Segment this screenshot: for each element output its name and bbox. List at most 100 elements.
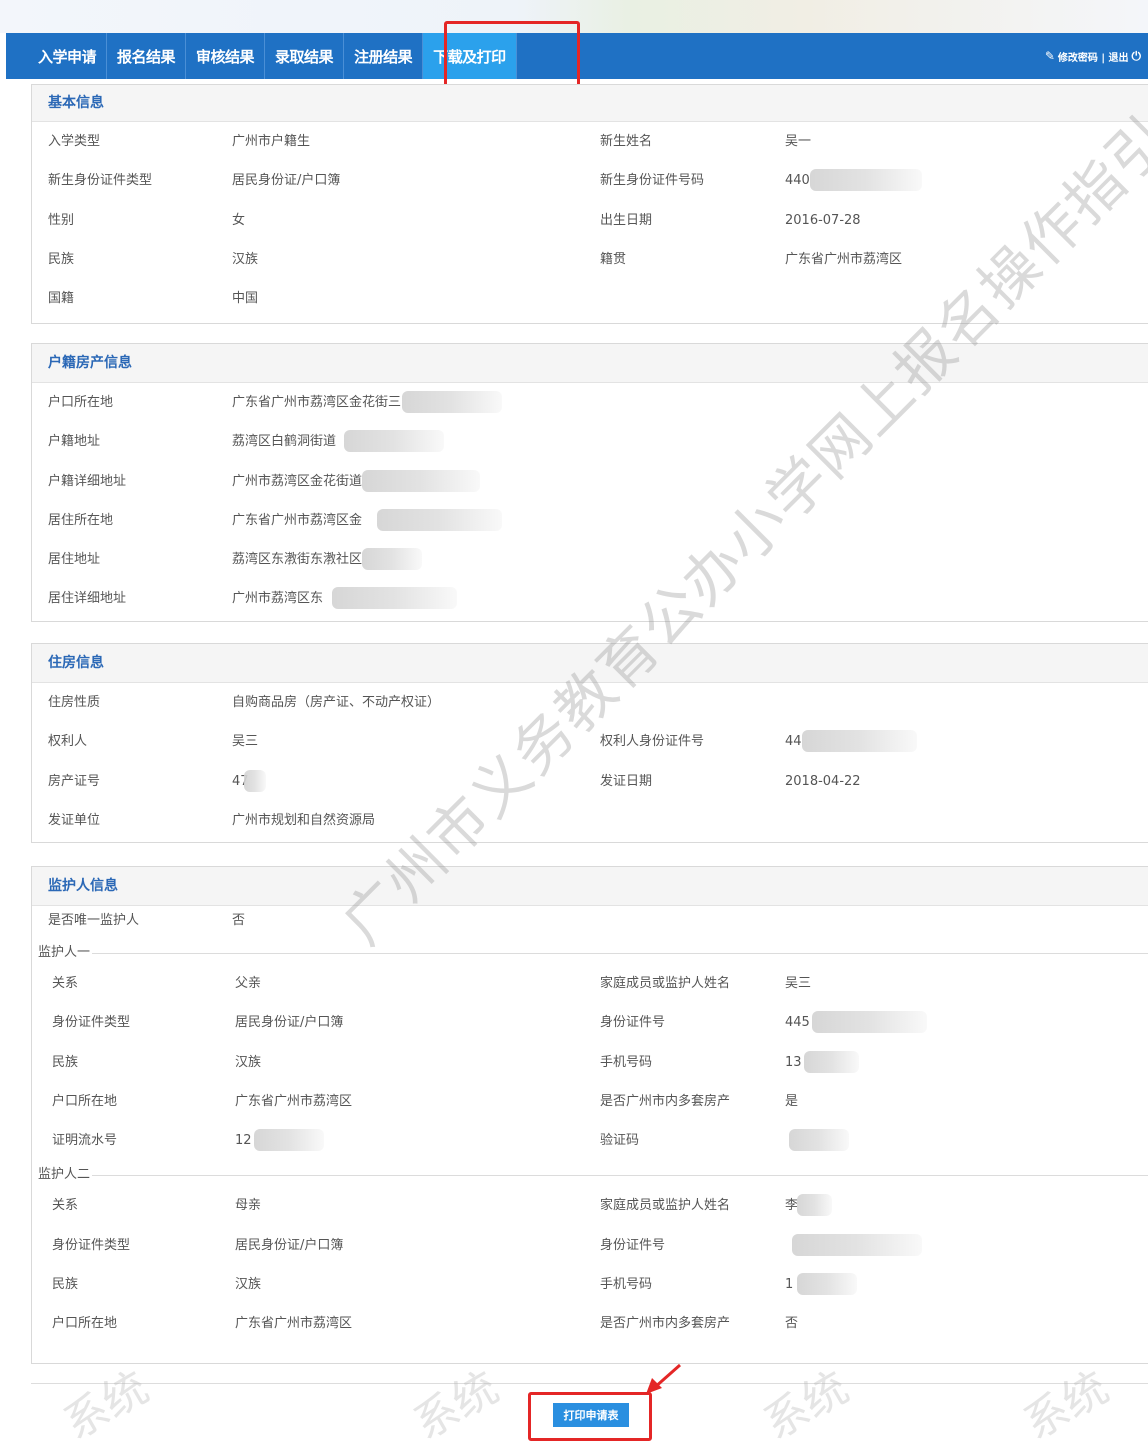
field-value: 广东省广州市荔湾区	[235, 1316, 353, 1332]
field-label: 居住详细地址	[48, 591, 127, 607]
panel-title: 住房信息	[32, 644, 1148, 683]
panel-title: 户籍房产信息	[32, 344, 1148, 383]
panel-title: 监护人信息	[32, 867, 1148, 906]
field-value: 否	[232, 913, 246, 928]
table-row: 关系 母亲 家庭成员或监护人姓名 李	[32, 1186, 1148, 1225]
redaction-blur	[797, 1273, 857, 1296]
table-row: 户口所在地 广东省广州市荔湾区 是否广州市内多套房产 是	[32, 1082, 1148, 1121]
table-row: 户籍详细地址 广州市荔湾区金花街道	[32, 462, 1148, 501]
user-actions-label[interactable]: 修改密码 | 退出	[1058, 49, 1129, 64]
field-label: 新生身份证件类型	[48, 173, 153, 189]
table-row: 居住详细地址 广州市荔湾区东	[32, 579, 1148, 618]
field-value: 广东省广州市荔湾区	[785, 251, 903, 267]
table-row: 户口所在地 广东省广州市荔湾区金花街三	[32, 383, 1148, 422]
table-row: 发证单位 广州市规划和自然资源局	[32, 801, 1148, 840]
panel-housing-info: 住房信息 住房性质 自购商品房（房产证、不动产权证） 权利人 吴三 权利人身份证…	[31, 643, 1148, 843]
field-value: 13	[785, 1054, 802, 1070]
footer-watermark: 系统	[755, 1361, 858, 1450]
field-label: 发证日期	[600, 773, 653, 789]
red-arrow-icon	[646, 1363, 681, 1394]
user-actions[interactable]: ✎ 修改密码 | 退出 ⏻	[1042, 33, 1148, 79]
redaction-blur	[362, 548, 422, 571]
footer-watermark: 系统	[405, 1361, 508, 1450]
tab-review-result[interactable]: 审核结果	[186, 33, 266, 79]
field-label: 民族	[52, 1054, 79, 1070]
panel-household-info: 户籍房产信息 户口所在地 广东省广州市荔湾区金花街三 户籍地址 荔湾区白鹤洞街道…	[31, 343, 1148, 622]
field-label: 手机号码	[600, 1277, 653, 1293]
field-value: 女	[232, 212, 246, 228]
table-row: 身份证件类型 居民身份证/户口簿 身份证件号 445	[32, 1003, 1148, 1042]
redaction-blur	[332, 587, 457, 610]
redaction-blur	[802, 730, 917, 753]
field-label: 权利人	[48, 734, 88, 750]
field-value: 广东省广州市荔湾区金	[232, 512, 363, 528]
redaction-blur	[362, 469, 480, 492]
print-application-button[interactable]: 打印申请表	[553, 1403, 629, 1427]
pencil-icon: ✎	[1044, 49, 1055, 63]
tab-apply[interactable]: 入学申请	[6, 33, 108, 79]
redaction-blur	[789, 1129, 849, 1152]
field-value: 广州市规划和自然资源局	[232, 812, 376, 828]
tab-admission-result[interactable]: 录取结果	[265, 33, 345, 79]
table-row: 户口所在地 广东省广州市荔湾区 是否广州市内多套房产 否	[32, 1304, 1148, 1343]
field-value: 否	[785, 1316, 799, 1332]
guardian-one-legend: 监护人一	[32, 942, 1148, 964]
panel-basic-info: 基本信息 入学类型 广州市户籍生 新生姓名 吴一 新生身份证件类型 居民身份证/…	[31, 84, 1148, 324]
field-value: 12	[235, 1133, 252, 1149]
field-value: 吴一	[785, 134, 812, 149]
redaction-blur	[797, 1194, 832, 1217]
field-value: 广东省广州市荔湾区金花街三	[232, 395, 402, 410]
panel-title: 基本信息	[32, 85, 1148, 122]
power-icon: ⏻	[1131, 48, 1142, 63]
field-value: 吴三	[232, 734, 259, 750]
field-value: 荔湾区白鹤洞街道	[232, 434, 337, 450]
field-value: 广州市荔湾区金花街道	[232, 473, 363, 489]
redaction-blur	[792, 1233, 922, 1256]
field-value: 汉族	[235, 1277, 262, 1293]
table-row: 居住所在地 广东省广州市荔湾区金	[32, 501, 1148, 540]
table-row: 民族 汉族 手机号码 13	[32, 1043, 1148, 1082]
field-value: 广州市户籍生	[232, 134, 311, 149]
field-value: 44	[785, 734, 802, 750]
table-row: 居住地址 荔湾区东漖街东漖社区	[32, 540, 1148, 579]
field-label: 居住所在地	[48, 512, 114, 528]
field-label: 户籍详细地址	[48, 473, 127, 489]
field-value: 广州市荔湾区东	[232, 591, 324, 607]
field-label: 住房性质	[48, 695, 101, 710]
redaction-blur	[244, 769, 266, 792]
field-label: 户口所在地	[52, 1093, 118, 1109]
tab-registration-result[interactable]: 报名结果	[107, 33, 187, 79]
field-value: 广东省广州市荔湾区	[235, 1093, 353, 1109]
field-value: 1	[785, 1277, 794, 1293]
field-label: 入学类型	[48, 134, 101, 149]
table-row: 是否唯一监护人 否	[32, 906, 1148, 942]
footer-watermark: 系统	[1015, 1361, 1118, 1450]
field-label: 关系	[52, 976, 79, 991]
field-label: 户口所在地	[52, 1316, 118, 1332]
field-value: 445	[785, 1015, 810, 1031]
table-row: 新生身份证件类型 居民身份证/户口簿 新生身份证件号码 440	[32, 161, 1148, 200]
field-label: 家庭成员或监护人姓名	[600, 1198, 731, 1214]
field-label: 居住地址	[48, 552, 101, 568]
field-label: 出生日期	[600, 212, 653, 228]
tab-enrollment-result[interactable]: 注册结果	[344, 33, 424, 79]
field-label: 国籍	[48, 291, 75, 307]
redaction-blur	[344, 430, 444, 453]
table-row: 民族 汉族 籍贯 广东省广州市荔湾区	[32, 240, 1148, 279]
table-row: 民族 汉族 手机号码 1	[32, 1265, 1148, 1304]
field-label: 验证码	[600, 1133, 640, 1149]
field-label: 房产证号	[48, 773, 101, 789]
field-label: 新生姓名	[600, 134, 653, 149]
table-row: 户籍地址 荔湾区白鹤洞街道	[32, 422, 1148, 461]
tab-highlight-box	[444, 21, 580, 93]
redaction-blur	[402, 391, 502, 413]
field-label: 关系	[52, 1198, 79, 1214]
field-label: 家庭成员或监护人姓名	[600, 976, 731, 991]
table-row: 证明流水号 12 验证码	[32, 1121, 1148, 1160]
field-label: 是否广州市内多套房产	[600, 1316, 731, 1332]
table-row: 权利人 吴三 权利人身份证件号 44	[32, 722, 1148, 761]
table-row: 性别 女 出生日期 2016-07-28	[32, 201, 1148, 240]
field-label: 手机号码	[600, 1054, 653, 1070]
table-row: 身份证件类型 居民身份证/户口簿 身份证件号	[32, 1226, 1148, 1265]
field-value: 荔湾区东漖街东漖社区	[232, 552, 363, 568]
